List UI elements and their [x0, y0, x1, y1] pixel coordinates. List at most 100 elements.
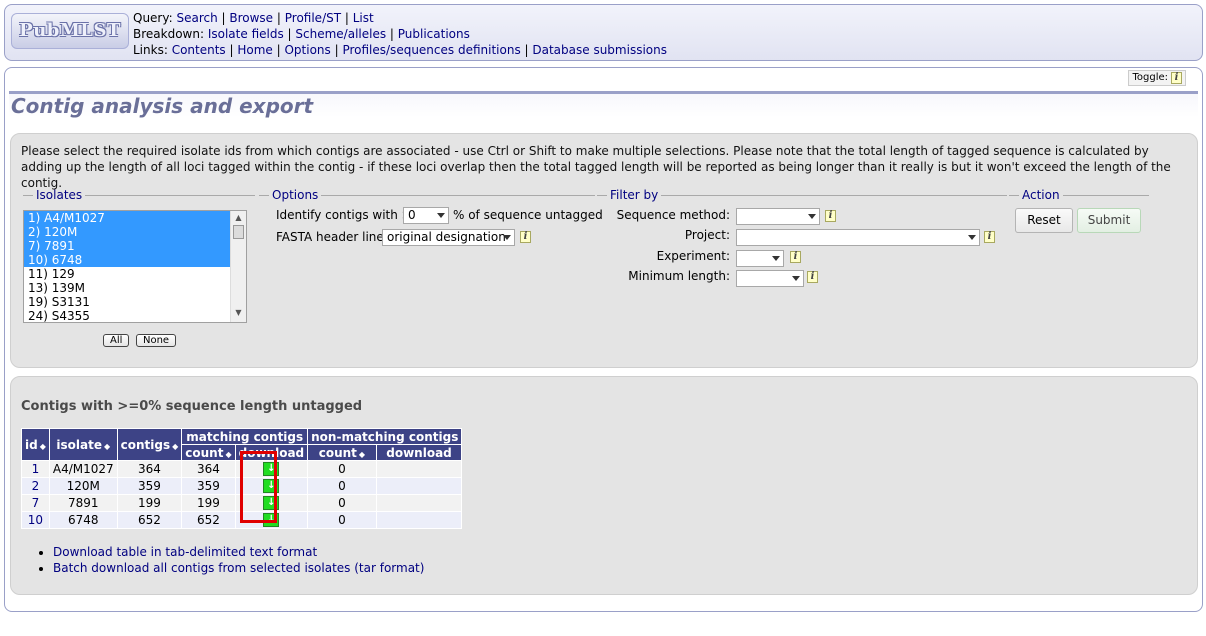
sequence-method-label: Sequence method: — [616, 208, 730, 222]
links-row: Links: Contents | Home | Options | Profi… — [133, 43, 667, 57]
select-none-button[interactable]: None — [136, 334, 177, 347]
experiment-select[interactable] — [736, 250, 784, 267]
col-nonmatching-count[interactable]: count ◆ — [307, 444, 377, 461]
link-scheme-alleles[interactable]: Scheme/alleles — [295, 27, 386, 41]
col-matching-count[interactable]: count ◆ — [181, 444, 236, 461]
col-nonmatching-download: download — [375, 444, 463, 461]
sort-icon[interactable]: ◆ — [225, 450, 231, 459]
scroll-up-icon[interactable]: ▲ — [231, 211, 246, 225]
chevron-down-icon — [968, 235, 976, 240]
link-home[interactable]: Home — [237, 43, 272, 57]
minimum-length-label: Minimum length: — [628, 269, 730, 283]
isolate-option[interactable]: 7) 7891 — [24, 239, 230, 253]
nonmatching-count: 0 — [307, 477, 377, 495]
results-panel: Contigs with >=0% sequence length untagg… — [10, 376, 1198, 595]
contig-count: 359 — [116, 477, 183, 495]
listbox-scrollbar[interactable]: ▲ ▼ — [230, 211, 246, 322]
nonmatching-count: 0 — [307, 460, 377, 478]
isolate-option[interactable]: 13) 139M — [24, 281, 230, 295]
contig-count: 199 — [116, 494, 183, 512]
isolate-id-link[interactable]: 1 — [32, 462, 40, 476]
project-label: Project: — [684, 228, 730, 242]
isolates-legend: Isolates — [36, 188, 83, 202]
col-id[interactable]: id ◆ — [21, 428, 50, 461]
highlight-box — [240, 451, 277, 523]
link-isolate-fields[interactable]: Isolate fields — [208, 27, 284, 41]
sort-icon[interactable]: ◆ — [359, 450, 365, 459]
isolate-id-link[interactable]: 7 — [32, 496, 40, 510]
batch-download-link[interactable]: Batch download all contigs from selected… — [53, 561, 424, 575]
info-icon[interactable]: i — [1171, 72, 1182, 84]
contig-count: 652 — [116, 511, 183, 529]
fasta-header-select[interactable]: original designation — [382, 229, 515, 246]
pubmlst-logo[interactable]: PubMLST — [11, 13, 129, 49]
link-list[interactable]: List — [353, 11, 374, 25]
sort-icon[interactable]: ◆ — [104, 442, 110, 451]
sequence-method-select[interactable] — [736, 208, 820, 225]
site-header: PubMLST Query: Search | Browse | Profile… — [4, 4, 1203, 61]
info-icon[interactable]: i — [984, 231, 995, 243]
info-icon[interactable]: i — [807, 271, 818, 283]
intro-text: Please select the required isolate ids f… — [21, 144, 1171, 190]
col-contigs[interactable]: contigs ◆ — [116, 428, 183, 461]
scroll-thumb[interactable] — [233, 225, 244, 239]
fasta-label: FASTA header line: — [276, 230, 388, 244]
link-database-submissions[interactable]: Database submissions — [532, 43, 667, 57]
chevron-down-icon — [503, 235, 511, 240]
results-heading: Contigs with >=0% sequence length untagg… — [21, 399, 363, 414]
link-contents[interactable]: Contents — [172, 43, 226, 57]
isolate-id-link[interactable]: 10 — [28, 513, 43, 527]
submit-button[interactable]: Submit — [1077, 208, 1141, 233]
options-legend: Options — [272, 188, 319, 202]
isolate-option[interactable]: 10) 6748 — [24, 253, 230, 267]
nonmatching-count: 0 — [307, 494, 377, 512]
matching-count: 199 — [181, 494, 236, 512]
link-publications[interactable]: Publications — [398, 27, 470, 41]
scroll-down-icon[interactable]: ▼ — [231, 306, 246, 320]
info-icon[interactable]: i — [825, 210, 836, 222]
toggle-control[interactable]: Toggle: i — [1128, 70, 1186, 86]
isolate-option[interactable]: 2) 120M — [24, 225, 230, 239]
isolate-listbox[interactable]: 1) A4/M1027 2) 120M 7) 7891 10) 6748 11)… — [23, 210, 247, 323]
chevron-down-icon — [437, 213, 445, 218]
chevron-down-icon — [772, 256, 780, 261]
reset-button[interactable]: Reset — [1015, 208, 1073, 233]
contig-count: 364 — [116, 460, 183, 478]
query-label: Query: — [133, 11, 173, 25]
toggle-label: Toggle: — [1132, 72, 1168, 83]
isolate-option[interactable]: 1) A4/M1027 — [24, 211, 230, 225]
info-icon[interactable]: i — [520, 231, 531, 243]
isolate-option[interactable]: 11) 129 — [24, 267, 230, 281]
link-profile-st[interactable]: Profile/ST — [285, 11, 341, 25]
link-browse[interactable]: Browse — [229, 11, 273, 25]
project-select[interactable] — [736, 229, 980, 246]
list-item: Batch download all contigs from selected… — [53, 560, 424, 576]
header-menu: Query: Search | Browse | Profile/ST | Li… — [133, 10, 667, 58]
fasta-header-value: original designation — [387, 230, 506, 244]
minimum-length-select[interactable] — [736, 270, 804, 287]
col-isolate[interactable]: isolate ◆ — [48, 428, 118, 461]
chevron-down-icon — [792, 276, 800, 281]
isolate-option[interactable]: 19) S3131 — [24, 295, 230, 309]
select-all-button[interactable]: All — [103, 334, 130, 347]
sort-icon[interactable]: ◆ — [172, 442, 178, 451]
matching-count: 364 — [181, 460, 236, 478]
breakdown-label: Breakdown: — [133, 27, 205, 41]
title-bar: Contig analysis and export — [9, 91, 1198, 118]
isolate-option[interactable]: 24) S4355 — [24, 309, 230, 322]
nonmatching-count: 0 — [307, 511, 377, 529]
isolate-id-link[interactable]: 2 — [32, 479, 40, 493]
info-icon[interactable]: i — [790, 251, 801, 263]
link-profiles-definitions[interactable]: Profiles/sequences definitions — [342, 43, 520, 57]
page-title: Contig analysis and export — [11, 94, 314, 118]
breakdown-row: Breakdown: Isolate fields | Scheme/allel… — [133, 27, 470, 41]
untagged-percent-select[interactable]: 0 — [403, 207, 449, 224]
identify-suffix: % of sequence untagged — [453, 208, 603, 222]
list-item: Download table in tab-delimited text for… — [53, 544, 424, 560]
link-options[interactable]: Options — [284, 43, 330, 57]
experiment-label: Experiment: — [656, 249, 730, 263]
untagged-percent-value: 0 — [408, 208, 416, 222]
download-table-link[interactable]: Download table in tab-delimited text for… — [53, 545, 317, 559]
sort-icon[interactable]: ◆ — [40, 442, 46, 451]
link-search[interactable]: Search — [176, 11, 217, 25]
